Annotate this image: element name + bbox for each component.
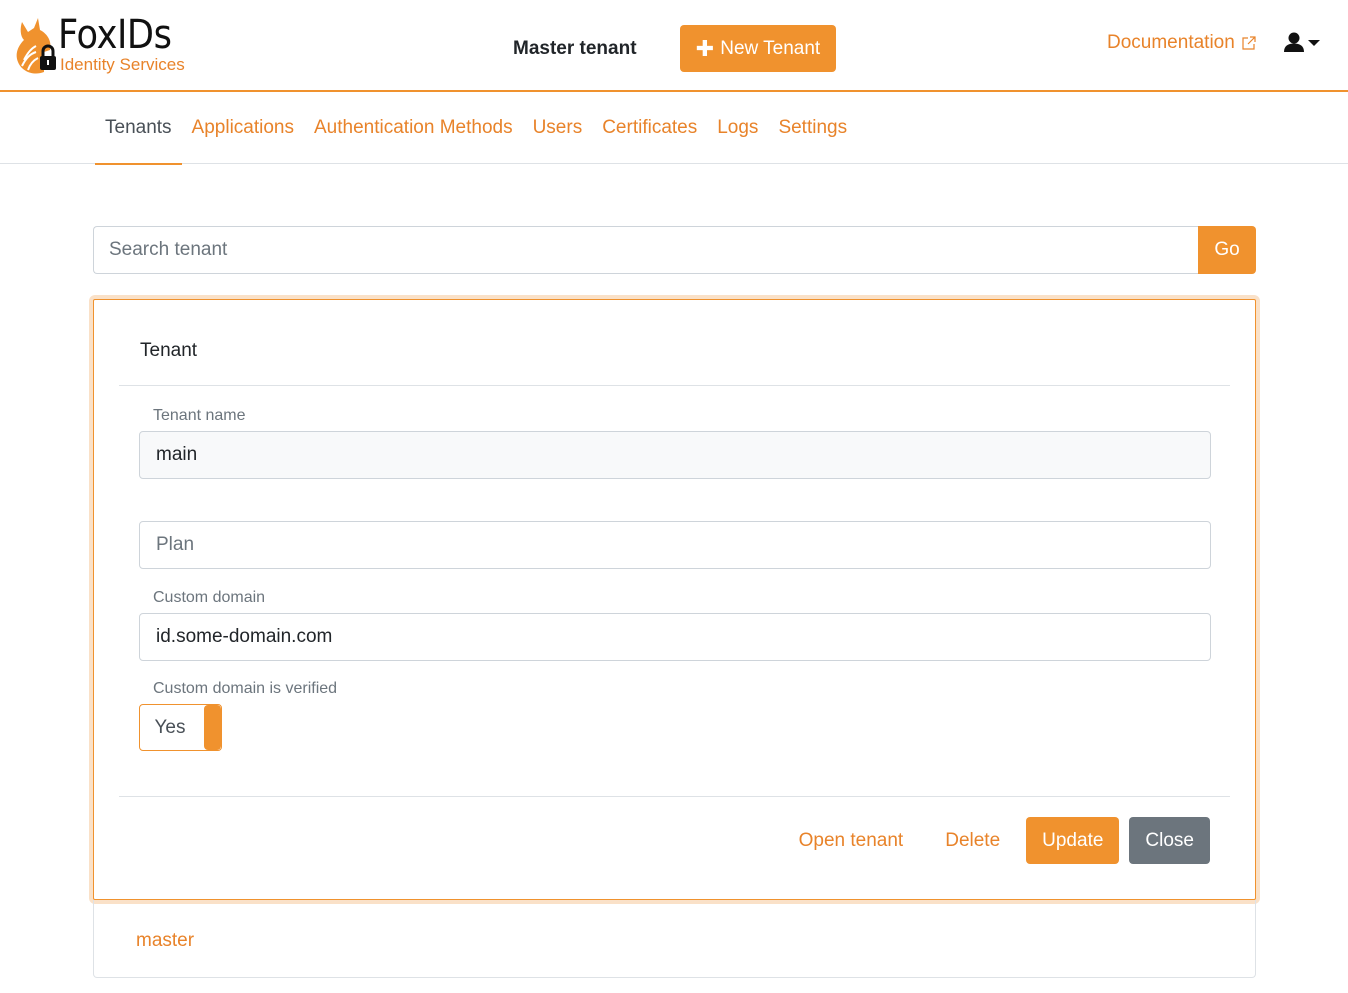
domain-verified-toggle[interactable]: Yes — [139, 704, 222, 751]
nav-tab-certificates[interactable]: Certificates — [592, 92, 707, 164]
card-actions: Open tenant Delete Update Close — [783, 817, 1210, 864]
brand-title: FoxIDs — [58, 12, 172, 58]
logo[interactable]: FoxIDs Identity Services — [14, 12, 204, 78]
nav-tab-authentication-methods[interactable]: Authentication Methods — [304, 92, 523, 164]
nav-tab-applications[interactable]: Applications — [182, 92, 304, 164]
custom-domain-label: Custom domain — [153, 589, 266, 606]
close-button[interactable]: Close — [1129, 817, 1210, 864]
tenant-name-label: Tenant name — [153, 407, 246, 424]
documentation-link[interactable]: Documentation — [1107, 32, 1257, 54]
custom-domain-field[interactable]: id.some-domain.com — [139, 613, 1211, 661]
documentation-link-label: Documentation — [1107, 32, 1235, 53]
plus-icon: ✚ — [695, 35, 715, 61]
new-tenant-button-label: New Tenant — [720, 37, 821, 59]
chevron-down-icon — [1308, 40, 1320, 46]
brand-subtitle: Identity Services — [60, 55, 185, 74]
tenant-edit-card: Tenant Tenant name main Plan Custom doma… — [93, 299, 1256, 900]
tenant-list-item[interactable]: master — [93, 900, 1256, 978]
main-nav: Tenants Applications Authentication Meth… — [0, 92, 1348, 165]
update-button[interactable]: Update — [1026, 817, 1120, 864]
user-icon — [1284, 32, 1304, 52]
toggle-knob — [204, 705, 221, 750]
search-bar: Go — [93, 226, 1256, 274]
tenant-list-item-name[interactable]: master — [136, 930, 194, 952]
open-tenant-button[interactable]: Open tenant — [783, 817, 920, 864]
nav-tab-settings[interactable]: Settings — [768, 92, 857, 164]
card-footer-divider — [119, 796, 1230, 797]
nav-tab-tenants[interactable]: Tenants — [95, 92, 182, 165]
search-go-button[interactable]: Go — [1198, 226, 1256, 274]
card-header-divider — [119, 385, 1230, 386]
domain-verified-value: Yes — [154, 716, 186, 738]
plan-field[interactable]: Plan — [139, 521, 1211, 569]
tenant-name-field[interactable]: main — [139, 431, 1211, 479]
nav-tab-users[interactable]: Users — [523, 92, 593, 164]
delete-button[interactable]: Delete — [929, 817, 1016, 864]
user-menu-button[interactable] — [1283, 31, 1320, 53]
fox-lock-logo-icon — [16, 18, 56, 74]
external-link-icon — [1242, 36, 1256, 50]
current-tenant-label: Master tenant — [513, 38, 637, 59]
search-tenant-input[interactable] — [93, 226, 1198, 274]
top-bar: FoxIDs Identity Services Master tenant ✚… — [0, 0, 1348, 92]
nav-tab-logs[interactable]: Logs — [707, 92, 768, 164]
card-title: Tenant — [140, 340, 198, 361]
new-tenant-button[interactable]: ✚ New Tenant — [680, 25, 836, 72]
domain-verified-label: Custom domain is verified — [153, 680, 338, 697]
